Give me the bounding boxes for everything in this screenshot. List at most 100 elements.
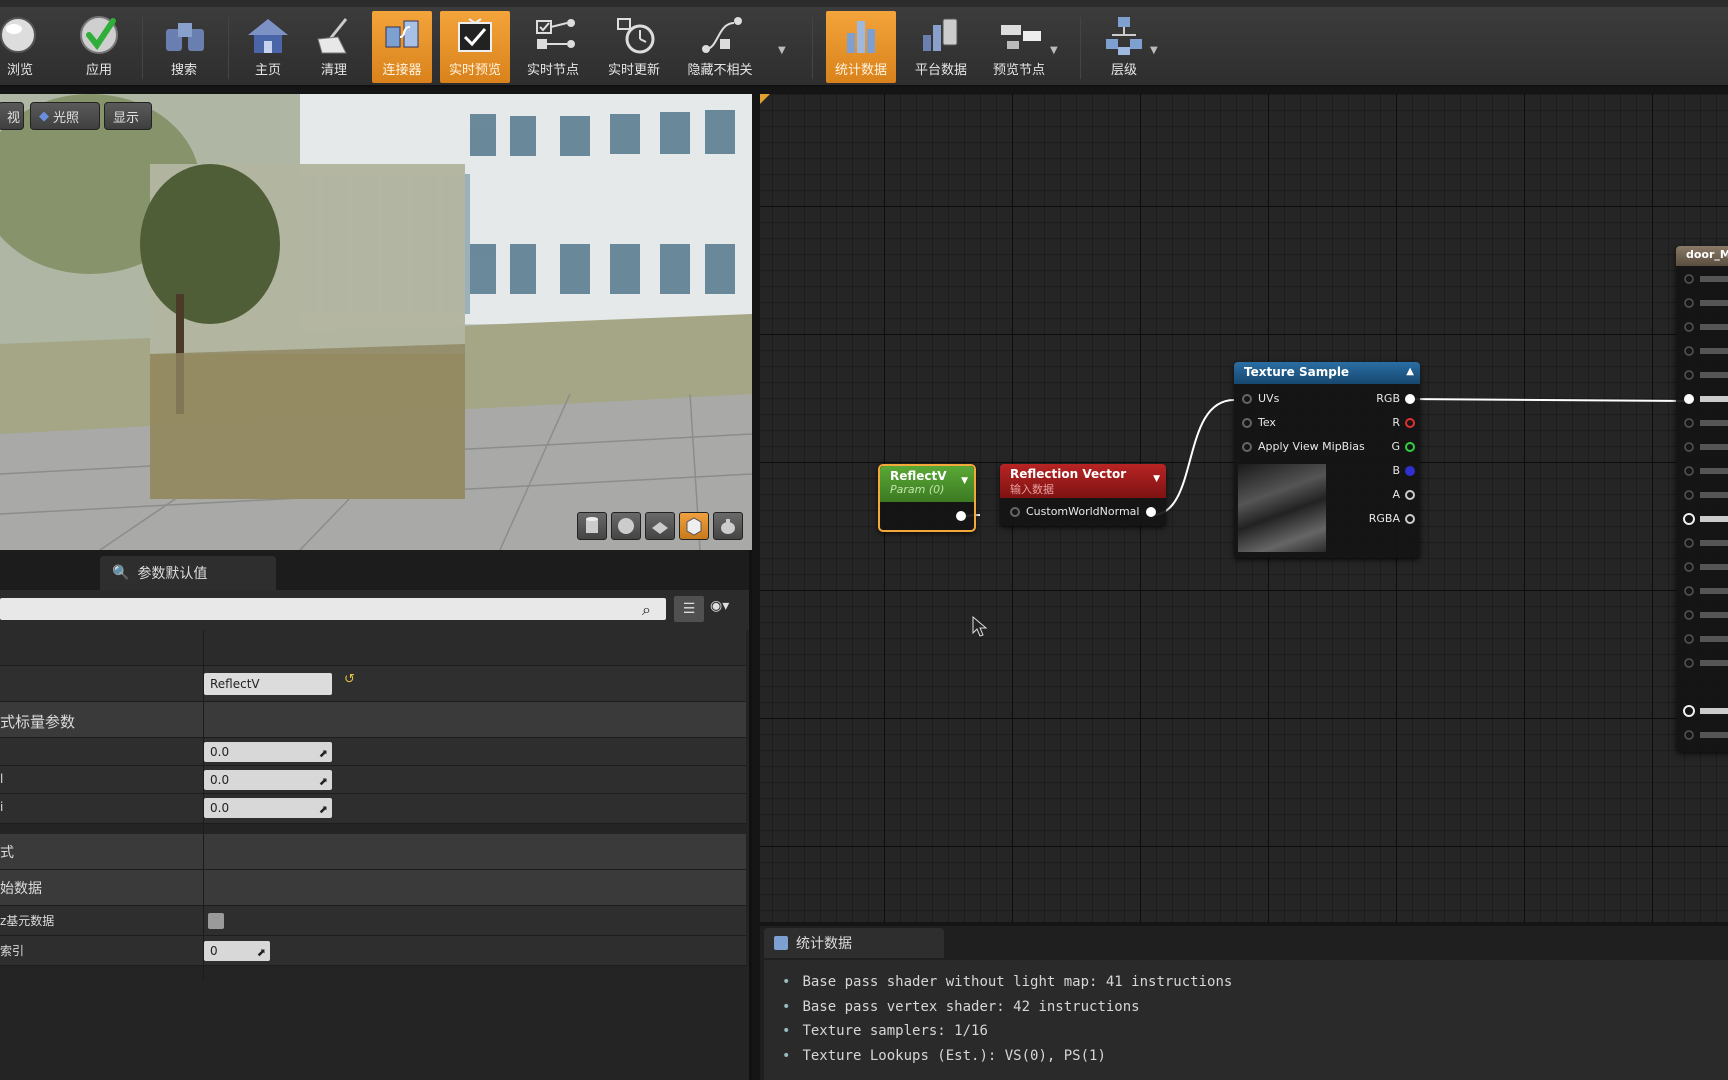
toolbar-button-label: 预览节点 [992, 63, 1045, 78]
toolbar-button-home[interactable]: 主页 [240, 11, 296, 83]
index-value-input[interactable]: 0 ⬈ [204, 941, 270, 961]
reflectv-parameter-node[interactable]: ReflectV Param (0) ▼ [878, 464, 976, 532]
toolbar-button-platform-stats[interactable]: 平台数据 [906, 11, 976, 83]
toolbar-button-label: 清理 [320, 63, 347, 78]
pin-label: A [1392, 488, 1400, 501]
reset-arrow-icon[interactable]: ↺ [344, 672, 355, 687]
row-label: i [0, 800, 4, 814]
scalar-value-input[interactable]: 0.0 ⬈ [204, 770, 332, 790]
parameter-name-input[interactable]: ReflectV [204, 673, 332, 695]
plane-icon[interactable] [645, 512, 675, 540]
toolbar-separator [1080, 17, 1081, 79]
eye-icon[interactable]: ◉▾ [710, 598, 729, 614]
material-result-node[interactable]: door_M [1676, 246, 1728, 752]
details-section-raw-data[interactable]: 始数据 [0, 870, 746, 906]
node-header: ReflectV Param (0) ▼ [880, 466, 974, 502]
stat-text: Texture samplers: 1/16 [802, 1023, 988, 1039]
stats-list: • Base pass shader without light map: 41 … [764, 960, 1728, 1080]
live-update-icon [612, 13, 656, 57]
toolbar-button-live-nodes[interactable]: 实时节点 [520, 11, 586, 83]
chevron-down-icon[interactable]: ▼ [1150, 45, 1158, 56]
texture-sample-node[interactable]: Texture Sample ▲ UVs Tex Apply View MipB… [1234, 362, 1420, 558]
pin-label: Tex [1258, 416, 1276, 429]
reflection-vector-node[interactable]: Reflection Vector 输入数据 ▼ CustomWorldNorm… [1000, 464, 1166, 526]
preview-node-icon [997, 13, 1041, 57]
scalar-value-input[interactable]: 0.0 ⬈ [204, 798, 332, 818]
tab-parameter-defaults[interactable]: 🔍 参数默认值 [100, 556, 276, 590]
pin-label: R [1392, 416, 1400, 429]
stats-panel: 统计数据 • Base pass shader without light map… [760, 926, 1728, 1080]
sphere-icon[interactable] [611, 512, 641, 540]
toolbar-button-stats[interactable]: 统计数据 [826, 11, 896, 83]
toolbar: 浏览 应用 搜索 主页 清理 连接器 实时预览 实时节点 实时更新 隐藏不相关 … [0, 7, 1728, 87]
column-divider [203, 630, 204, 980]
collapse-arrow-icon[interactable]: ▲ [1406, 366, 1414, 377]
toolbar-button-hierarchy[interactable]: 层级 [1094, 11, 1154, 83]
details-section-scalar[interactable]: 式标量参数 [0, 702, 746, 738]
viewport-button-view[interactable]: 视 [0, 102, 24, 130]
teapot-icon[interactable] [713, 512, 743, 540]
pin-label: B [1392, 464, 1400, 477]
output-pin-rgba[interactable] [1405, 514, 1415, 524]
output-pin-rgb[interactable] [1405, 394, 1415, 404]
output-pin-b[interactable] [1405, 466, 1415, 476]
toolbar-separator [812, 17, 813, 79]
input-pin-mipbias[interactable] [1242, 442, 1252, 452]
toolbar-button-label: 实时节点 [526, 63, 579, 78]
toolbar-button-preview-node[interactable]: 预览节点 [984, 11, 1054, 83]
collapse-arrow-icon[interactable]: ▼ [961, 476, 968, 486]
tab-stats[interactable]: 统计数据 [764, 928, 944, 958]
output-pin-a[interactable] [1405, 490, 1415, 500]
node-header: Reflection Vector 输入数据 ▼ [1000, 464, 1166, 498]
list-view-icon[interactable]: ☰ [674, 596, 704, 622]
stat-text: Texture Lookups (Est.): VS(0), PS(1) [802, 1047, 1106, 1064]
toolbar-button-clean[interactable]: 清理 [306, 11, 362, 83]
list-item: • Base pass shader without light map: 41 … [782, 970, 1728, 995]
spin-arrow-icon[interactable]: ⬈ [257, 943, 266, 963]
input-pin-tex[interactable] [1242, 418, 1252, 428]
toolbar-button-connectors[interactable]: 连接器 [372, 11, 432, 83]
output-pin[interactable] [1146, 507, 1156, 517]
tab-label: 统计数据 [796, 936, 852, 952]
details-search-input[interactable] [0, 598, 666, 620]
viewport-button-lighting[interactable]: ◆ 光照 [30, 102, 100, 130]
checkmark-icon [77, 13, 121, 57]
scalar-value-input[interactable]: 0.0 ⬈ [204, 742, 332, 762]
toolbar-button-live-preview[interactable]: 实时预览 [440, 11, 510, 83]
viewport-button-label: 光照 [53, 110, 80, 126]
spin-arrow-icon[interactable]: ⬈ [319, 800, 328, 820]
details-section-expression[interactable]: 式 [0, 834, 746, 870]
pin-label: RGBA [1368, 512, 1400, 525]
output-pin-g[interactable] [1405, 442, 1415, 452]
toolbar-button-browse[interactable]: 浏览 [0, 11, 40, 83]
preview-scene [0, 94, 752, 550]
toolbar-button-search[interactable]: 搜索 [154, 11, 214, 83]
chevron-down-icon[interactable]: ▼ [778, 45, 786, 56]
input-pin[interactable] [1010, 507, 1020, 517]
toolbar-button-apply[interactable]: 应用 [70, 11, 128, 83]
texture-thumbnail [1238, 464, 1326, 552]
spin-arrow-icon[interactable]: ⬈ [319, 772, 328, 792]
output-pin[interactable] [956, 511, 966, 521]
toolbar-button-hide-unrelated[interactable]: 隐藏不相关 [680, 11, 760, 83]
toolbar-button-live-update[interactable]: 实时更新 [600, 11, 668, 83]
value-text: 0 [210, 944, 218, 958]
collapse-arrow-icon[interactable]: ▼ [1153, 474, 1160, 484]
output-pin-r[interactable] [1405, 418, 1415, 428]
node-header: door_M [1676, 246, 1728, 266]
cylinder-icon[interactable] [577, 512, 607, 540]
cube-icon[interactable] [679, 512, 709, 540]
viewport-button-show[interactable]: 显示 [104, 102, 152, 130]
material-graph[interactable]: ReflectV Param (0) ▼ Reflection Vector 输… [760, 94, 1728, 922]
row-label: l [0, 772, 4, 786]
input-pin-uvs[interactable] [1242, 394, 1252, 404]
primitive-checkbox[interactable] [208, 913, 224, 929]
node-body: CustomWorldNormal [1000, 498, 1166, 526]
chevron-down-icon[interactable]: ▼ [1050, 45, 1058, 56]
value-text: 0.0 [210, 745, 230, 759]
sphere-icon [0, 13, 42, 57]
search-icon[interactable]: ⌕ [642, 600, 651, 620]
toolbar-button-label: 搜索 [170, 63, 197, 78]
spin-arrow-icon[interactable]: ⬈ [319, 744, 328, 764]
preview-viewport[interactable]: 视 ◆ 光照 显示 [0, 94, 752, 550]
